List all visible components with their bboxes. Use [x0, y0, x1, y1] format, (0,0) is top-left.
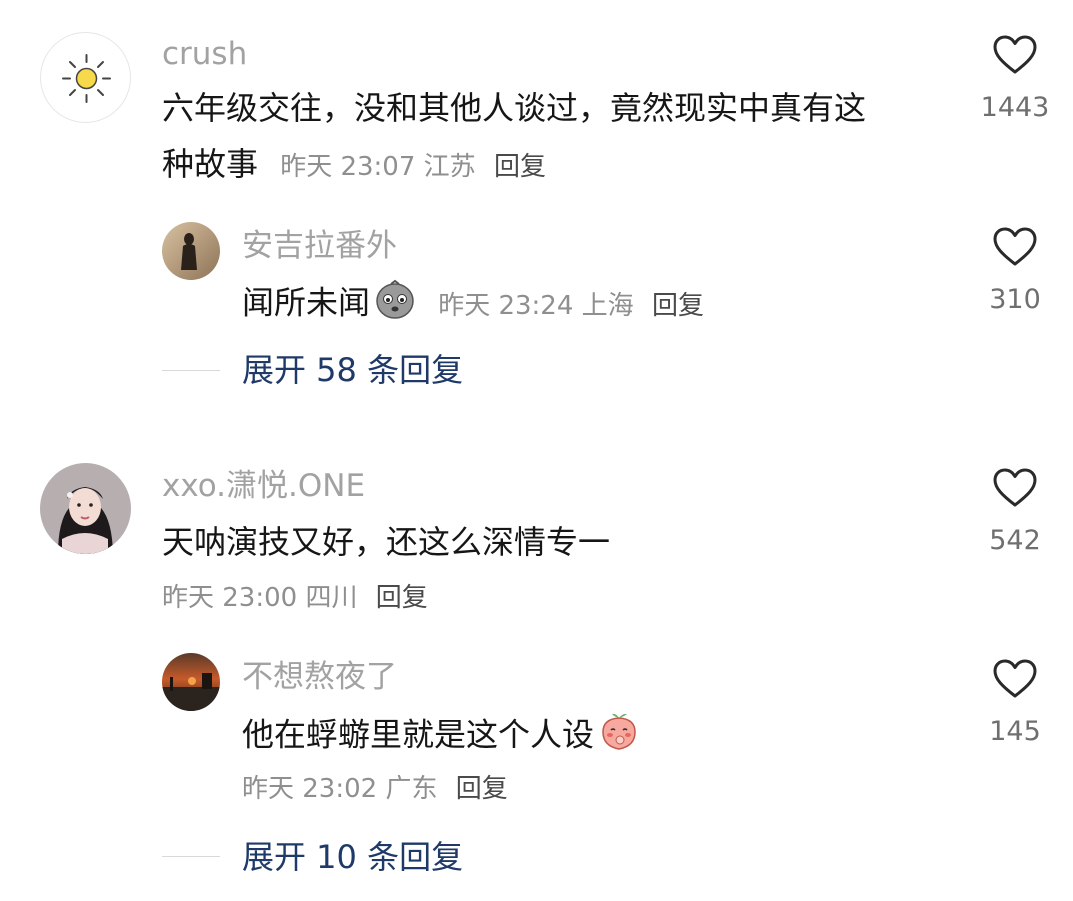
avatar[interactable] — [40, 463, 131, 554]
comment-text-line: 六年级交往，没和其他人谈过，竟然现实中真有这 — [162, 89, 867, 127]
reply-meta: 昨天 23:02 广东 回复 — [242, 771, 508, 807]
like-group[interactable]: 542 — [960, 467, 1070, 559]
reply-meta: 昨天 23:24 上海 回复 — [438, 291, 704, 321]
expand-replies-button[interactable]: 展开 10 条回复 — [242, 835, 463, 879]
comment-location: 江苏 — [423, 152, 476, 182]
reply-button[interactable]: 回复 — [456, 774, 508, 804]
like-group[interactable]: 310 — [960, 226, 1070, 318]
reply-text: 闻所未闻 昨天 23:24 上海 回复 — [242, 278, 704, 331]
comment-text: 天呐演技又好，还这么深情专一 — [162, 523, 611, 561]
reply-location: 上海 — [581, 290, 634, 321]
reply-text-content: 他在蜉蝣里就是这个人设 — [242, 715, 595, 754]
reply-button[interactable]: 回复 — [376, 583, 428, 613]
sun-icon — [62, 54, 111, 103]
reply-button[interactable]: 回复 — [494, 152, 546, 182]
like-group[interactable]: 145 — [960, 658, 1070, 750]
woman-portrait-avatar — [40, 463, 131, 554]
comment-time: 昨天 23:07 — [280, 152, 416, 182]
reply-time: 昨天 23:24 — [438, 290, 574, 321]
heart-icon[interactable] — [992, 226, 1038, 268]
silhouette-photo-avatar — [162, 222, 220, 280]
reply-avatar[interactable] — [162, 653, 220, 711]
heart-icon[interactable] — [992, 467, 1038, 509]
comment-username[interactable]: xxo.潇悦.ONE — [162, 466, 365, 506]
comment-text-line: 种故事 — [162, 145, 259, 183]
reply-time: 昨天 23:02 — [242, 774, 378, 804]
expand-divider — [162, 856, 220, 857]
sunset-photo-avatar — [162, 653, 220, 711]
comment-location: 四川 — [305, 583, 358, 613]
comment-time: 昨天 23:00 — [162, 583, 298, 613]
crying-face-emoji — [374, 278, 416, 331]
comment-username[interactable]: crush — [162, 34, 247, 74]
comment-meta: 昨天 23:07 江苏 回复 — [280, 152, 546, 182]
shy-peach-emoji — [598, 710, 640, 763]
reply-button[interactable]: 回复 — [652, 291, 704, 321]
expand-replies-button[interactable]: 展开 58 条回复 — [242, 348, 463, 392]
reply-text: 他在蜉蝣里就是这个人设 — [242, 710, 640, 763]
heart-icon[interactable] — [992, 658, 1038, 700]
avatar[interactable] — [40, 32, 131, 123]
reply-username[interactable]: 不想熬夜了 — [242, 657, 397, 697]
like-count: 1443 — [980, 92, 1050, 123]
heart-icon[interactable] — [992, 34, 1038, 76]
reply-text-content: 闻所未闻 — [242, 283, 371, 322]
reply-username[interactable]: 安吉拉番外 — [242, 226, 397, 266]
comment-text-continued: 种故事 昨天 23:07 江苏 回复 — [162, 142, 546, 189]
reply-location: 广东 — [385, 774, 438, 804]
like-count: 542 — [989, 525, 1041, 556]
like-group[interactable]: 1443 — [960, 34, 1070, 126]
comment-text: 六年级交往，没和其他人谈过，竟然现实中真有这 — [162, 86, 866, 130]
like-count: 145 — [989, 716, 1041, 747]
reply-avatar[interactable] — [162, 222, 220, 280]
like-count: 310 — [989, 284, 1041, 315]
comment-meta: 昨天 23:00 四川 回复 — [162, 580, 428, 616]
expand-divider — [162, 370, 220, 371]
